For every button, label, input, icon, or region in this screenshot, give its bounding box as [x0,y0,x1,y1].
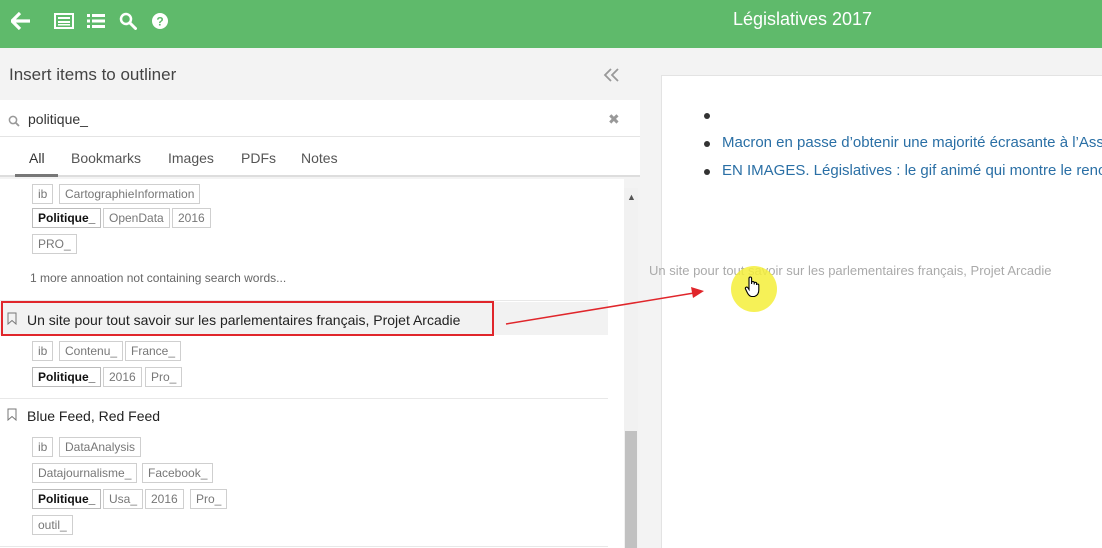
hand-cursor-icon [744,276,762,303]
drag-arrow [505,287,704,325]
